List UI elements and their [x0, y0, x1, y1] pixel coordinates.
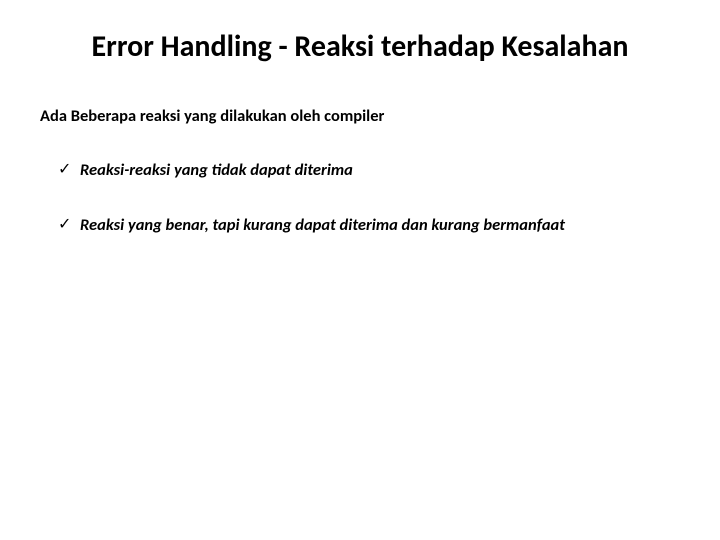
slide: Error Handling - Reaksi terhadap Kesalah… [0, 0, 720, 540]
list-item-text: Reaksi-reaksi yang tidak dapat diterima [80, 160, 353, 180]
check-icon: ✓ [58, 215, 71, 236]
bullet-list: ✓ Reaksi-reaksi yang tidak dapat diterim… [40, 160, 680, 237]
list-item-text: Reaksi yang benar, tapi kurang dapat dit… [80, 215, 565, 235]
check-icon: ✓ [58, 160, 71, 181]
list-item: ✓ Reaksi yang benar, tapi kurang dapat d… [58, 215, 680, 236]
slide-title: Error Handling - Reaksi terhadap Kesalah… [80, 28, 640, 66]
intro-text: Ada Beberapa reaksi yang dilakukan oleh … [40, 106, 680, 126]
list-item: ✓ Reaksi-reaksi yang tidak dapat diterim… [58, 160, 680, 181]
